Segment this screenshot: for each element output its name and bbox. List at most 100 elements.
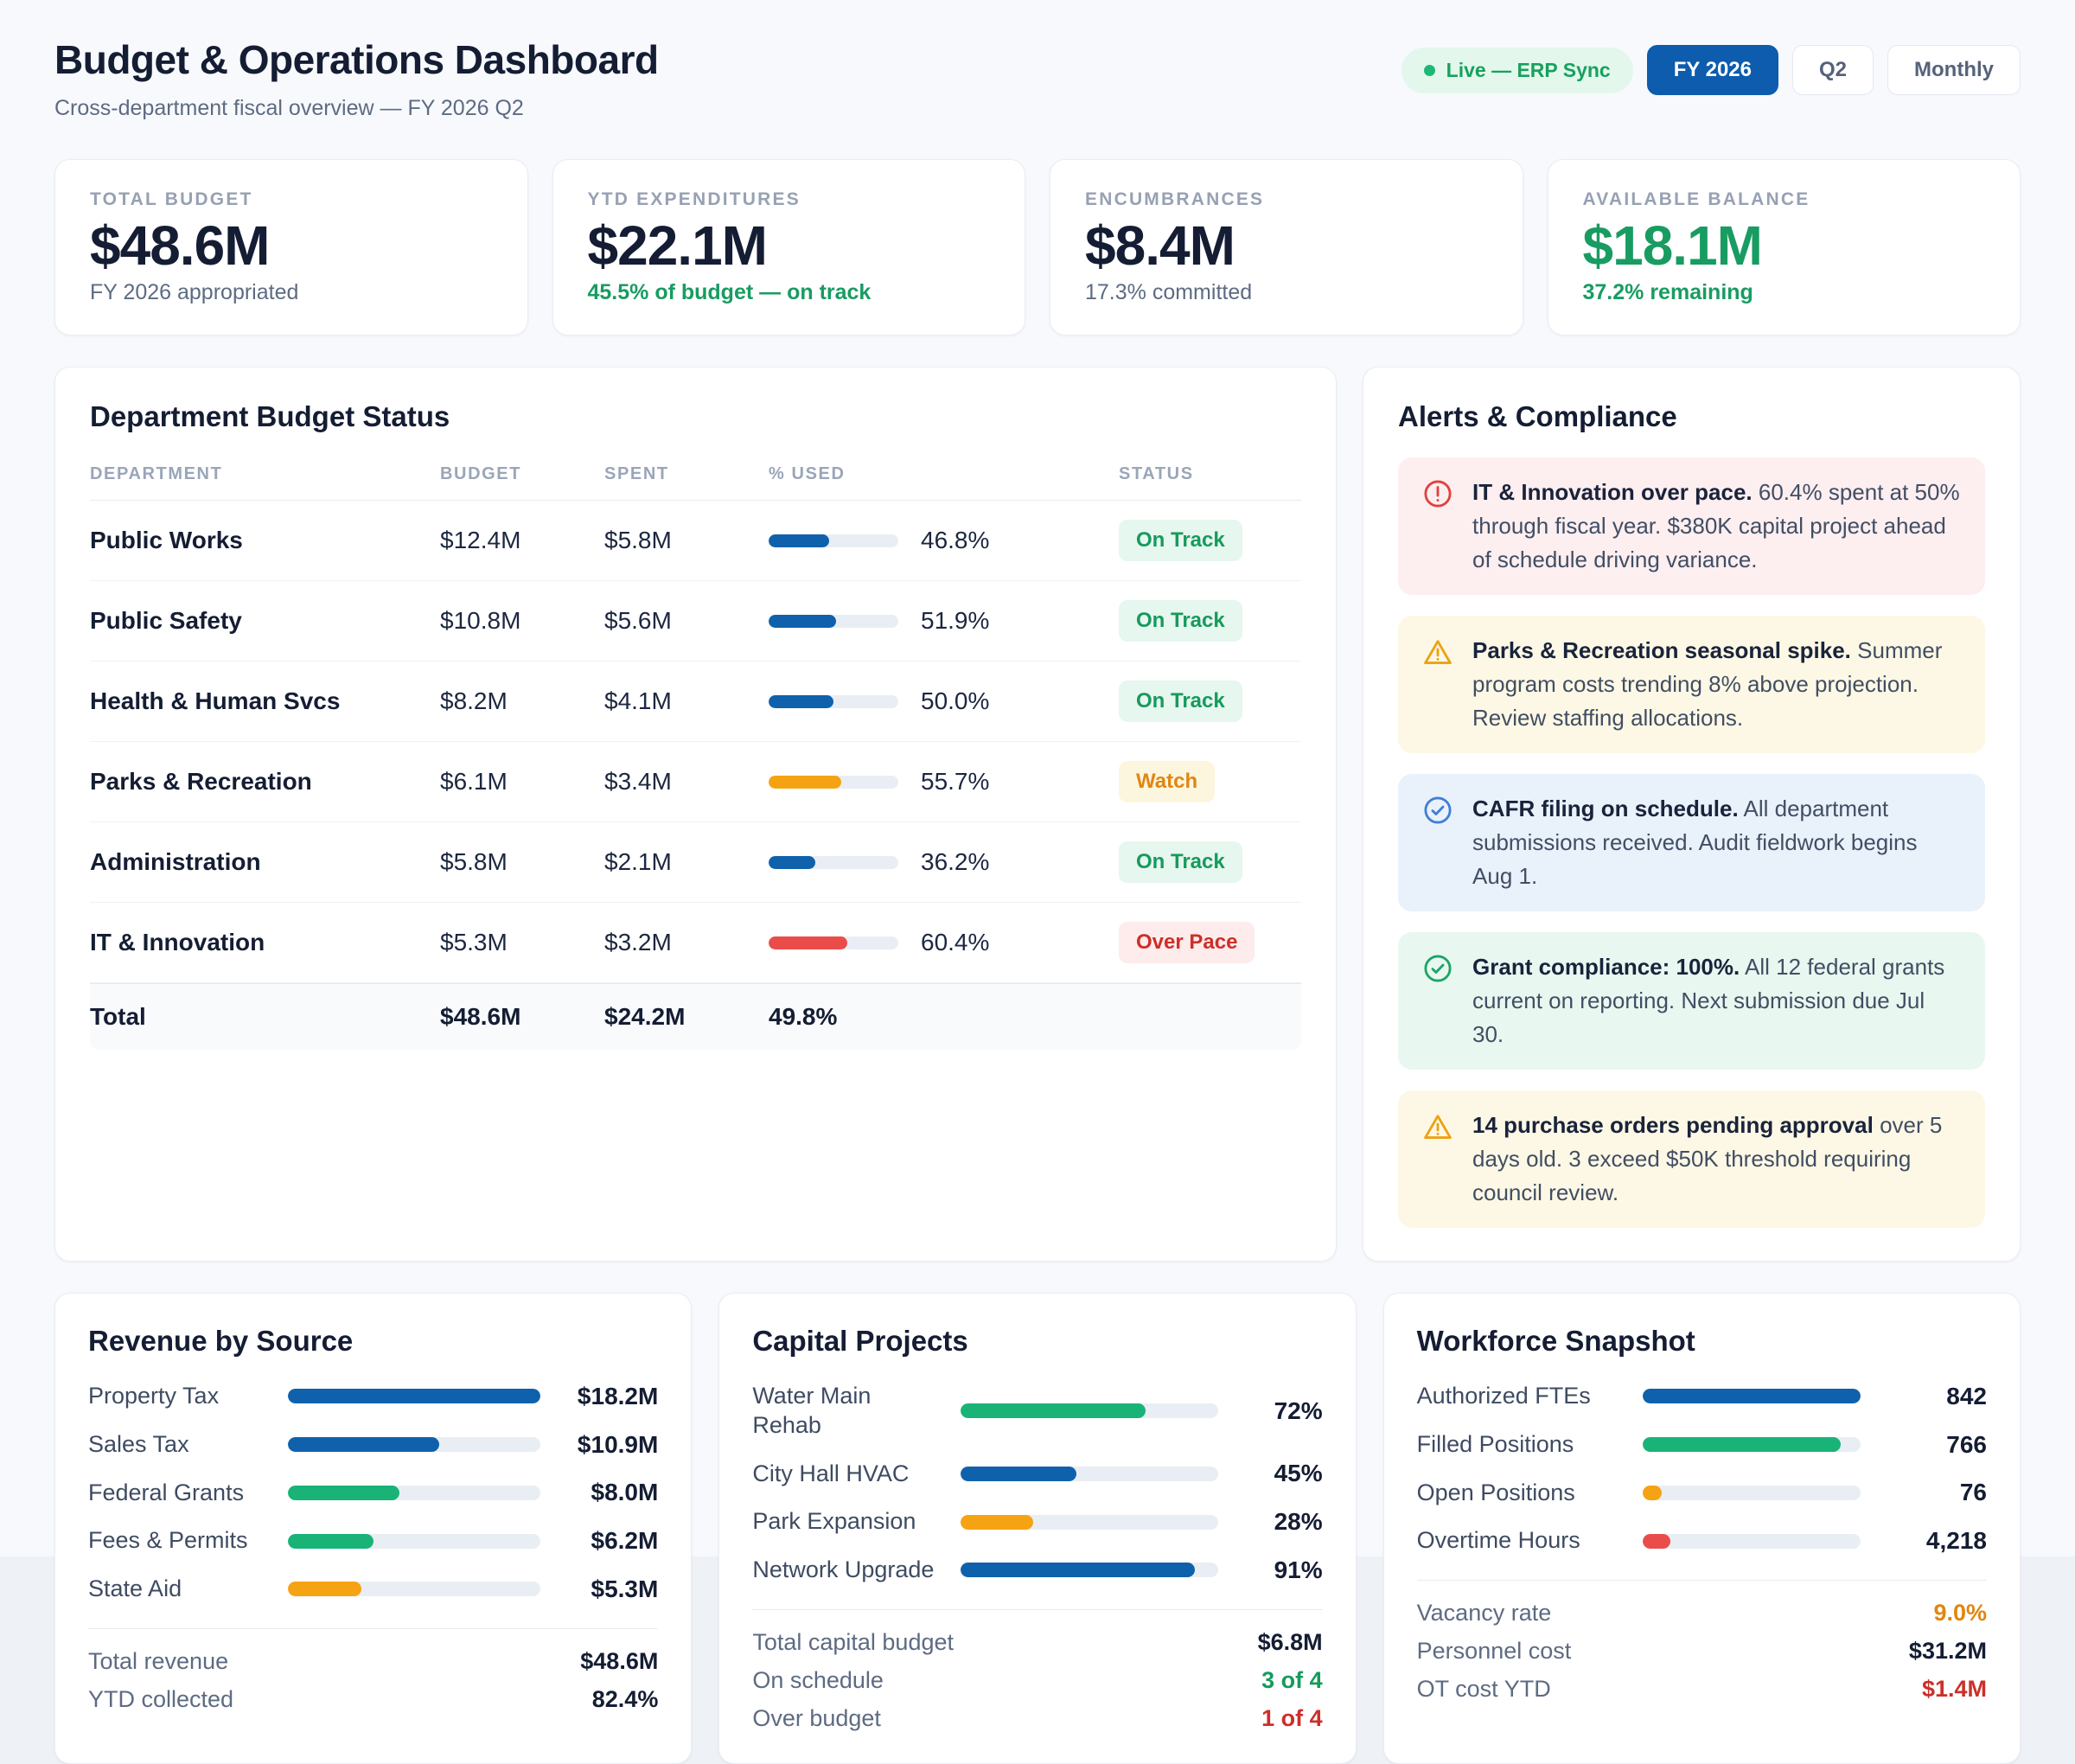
- revenue-bar-track: [288, 1486, 540, 1500]
- summary-label: Vacancy rate: [1417, 1600, 1552, 1627]
- project-label: City Hall HVAC: [752, 1460, 938, 1489]
- revenue-title: Revenue by Source: [88, 1325, 658, 1358]
- revenue-source-label: Fees & Permits: [88, 1526, 265, 1556]
- warning-triangle-icon: [1422, 636, 1453, 668]
- revenue-value: $18.2M: [563, 1383, 658, 1410]
- alert-lead: IT & Innovation over pace.: [1472, 479, 1753, 505]
- table-row: Health & Human Svcs $8.2M $4.1M 50.0% On…: [90, 662, 1301, 742]
- spent-value: $3.4M: [604, 768, 769, 796]
- department-name: Public Safety: [90, 607, 440, 635]
- kpi-value: $18.1M: [1583, 214, 1986, 278]
- project-pct: 91%: [1241, 1556, 1323, 1584]
- alert-item: 14 purchase orders pending approval over…: [1398, 1090, 1985, 1228]
- table-header-row: DEPARTMENT BUDGET SPENT % USED STATUS: [90, 457, 1301, 501]
- status-badge: On Track: [1119, 841, 1242, 883]
- capital-projects-panel: Capital Projects Water Main Rehab 72% Ci…: [718, 1293, 1356, 1764]
- summary-label: On schedule: [752, 1667, 884, 1694]
- department-name: Public Works: [90, 527, 440, 554]
- project-pct: 72%: [1241, 1397, 1323, 1425]
- summary-row: Personnel cost $31.2M: [1417, 1638, 1987, 1665]
- alerts-panel: Alerts & Compliance IT & Innovation over…: [1363, 367, 2021, 1262]
- revenue-bar-fill: [288, 1582, 361, 1596]
- workforce-bar-track: [1643, 1534, 1861, 1549]
- summary-label: YTD collected: [88, 1686, 233, 1713]
- workforce-bar-track: [1643, 1389, 1861, 1403]
- header: Budget & Operations Dashboard Cross-depa…: [54, 36, 2021, 121]
- quarter-button[interactable]: Q2: [1792, 45, 1874, 95]
- capital-project-row: Park Expansion 28%: [752, 1507, 1322, 1537]
- pct-used-cell: 36.2%: [769, 848, 1119, 876]
- status-badge: Over Pace: [1119, 922, 1255, 963]
- spent-value: $4.1M: [604, 687, 769, 715]
- workforce-label: Filled Positions: [1417, 1430, 1620, 1460]
- alert-item: Grant compliance: 100%. All 12 federal g…: [1398, 932, 1985, 1070]
- revenue-value: $6.2M: [563, 1527, 658, 1555]
- table-row: IT & Innovation $5.3M $3.2M 60.4% Over P…: [90, 903, 1301, 983]
- workforce-title: Workforce Snapshot: [1417, 1325, 1987, 1358]
- table-total-row: Total $48.6M $24.2M 49.8%: [90, 983, 1301, 1050]
- budget-value: $10.8M: [440, 607, 604, 635]
- summary-label: Total capital budget: [752, 1629, 954, 1656]
- divider: [752, 1609, 1322, 1610]
- project-bar-fill: [961, 1403, 1146, 1418]
- status-badge: On Track: [1119, 681, 1242, 722]
- col-header-department: DEPARTMENT: [90, 464, 440, 484]
- pct-used-bar-fill: [769, 695, 833, 708]
- revenue-value: $10.9M: [563, 1431, 658, 1459]
- summary-value: $31.2M: [1909, 1638, 1987, 1665]
- status-cell: Over Pace: [1119, 922, 1301, 963]
- col-header-spent: SPENT: [604, 464, 769, 484]
- check-circle-icon: [1422, 953, 1453, 984]
- summary-label: Total revenue: [88, 1648, 228, 1675]
- kpi-subtext: FY 2026 appropriated: [90, 280, 493, 305]
- status-cell: Watch: [1119, 761, 1301, 802]
- department-name: Parks & Recreation: [90, 768, 440, 796]
- spent-value: $5.6M: [604, 607, 769, 635]
- workforce-value: 842: [1883, 1383, 1987, 1410]
- table-row: Parks & Recreation $6.1M $3.4M 55.7% Wat…: [90, 742, 1301, 822]
- divider: [88, 1628, 658, 1629]
- revenue-row: Sales Tax $10.9M: [88, 1430, 658, 1460]
- budget-value: $5.3M: [440, 929, 604, 956]
- pct-used-bar-track: [769, 534, 898, 547]
- workforce-bar-track: [1643, 1437, 1861, 1452]
- middle-row: Department Budget Status DEPARTMENT BUDG…: [54, 367, 2021, 1262]
- workforce-bar-fill: [1643, 1389, 1861, 1403]
- pct-used-value: 51.9%: [921, 607, 989, 635]
- kpi-value: $22.1M: [588, 214, 991, 278]
- project-bar-track: [961, 1467, 1217, 1481]
- alert-lead: 14 purchase orders pending approval: [1472, 1112, 1874, 1138]
- page-subtitle: Cross-department fiscal overview — FY 20…: [54, 96, 659, 121]
- status-badge: On Track: [1119, 520, 1242, 561]
- kpi-subtext: 45.5% of budget — on track: [588, 280, 991, 305]
- pct-used-bar-track: [769, 936, 898, 949]
- alerts-title: Alerts & Compliance: [1398, 400, 1985, 433]
- pct-used-bar-fill: [769, 856, 815, 869]
- fy-2026-button[interactable]: FY 2026: [1647, 45, 1778, 95]
- budget-value: $8.2M: [440, 687, 604, 715]
- workforce-label: Authorized FTEs: [1417, 1382, 1620, 1411]
- pct-used-bar-fill: [769, 936, 847, 949]
- monthly-button[interactable]: Monthly: [1887, 45, 2021, 95]
- alert-circle-icon: [1422, 478, 1453, 509]
- pct-used-value: 46.8%: [921, 527, 989, 554]
- revenue-bar-track: [288, 1534, 540, 1549]
- live-dot-icon: [1424, 65, 1435, 76]
- capital-project-row: City Hall HVAC 45%: [752, 1460, 1322, 1489]
- alert-text: 14 purchase orders pending approval over…: [1472, 1109, 1961, 1210]
- revenue-bar-track: [288, 1389, 540, 1403]
- workforce-bar-fill: [1643, 1437, 1842, 1452]
- pct-used-bar-track: [769, 776, 898, 789]
- total-budget: $48.6M: [440, 1003, 604, 1031]
- alert-text: CAFR filing on schedule. All department …: [1472, 792, 1961, 893]
- kpi-label: ENCUMBRANCES: [1085, 189, 1488, 210]
- col-header-pct-used: % USED: [769, 464, 1119, 484]
- pct-used-value: 60.4%: [921, 929, 989, 956]
- dashboard-page: Budget & Operations Dashboard Cross-depa…: [0, 0, 2075, 1556]
- revenue-source-label: Federal Grants: [88, 1479, 265, 1508]
- workforce-row: Overtime Hours 4,218: [1417, 1526, 1987, 1556]
- revenue-value: $8.0M: [563, 1479, 658, 1506]
- status-badge: On Track: [1119, 600, 1242, 642]
- alert-item: IT & Innovation over pace. 60.4% spent a…: [1398, 457, 1985, 595]
- spent-value: $5.8M: [604, 527, 769, 554]
